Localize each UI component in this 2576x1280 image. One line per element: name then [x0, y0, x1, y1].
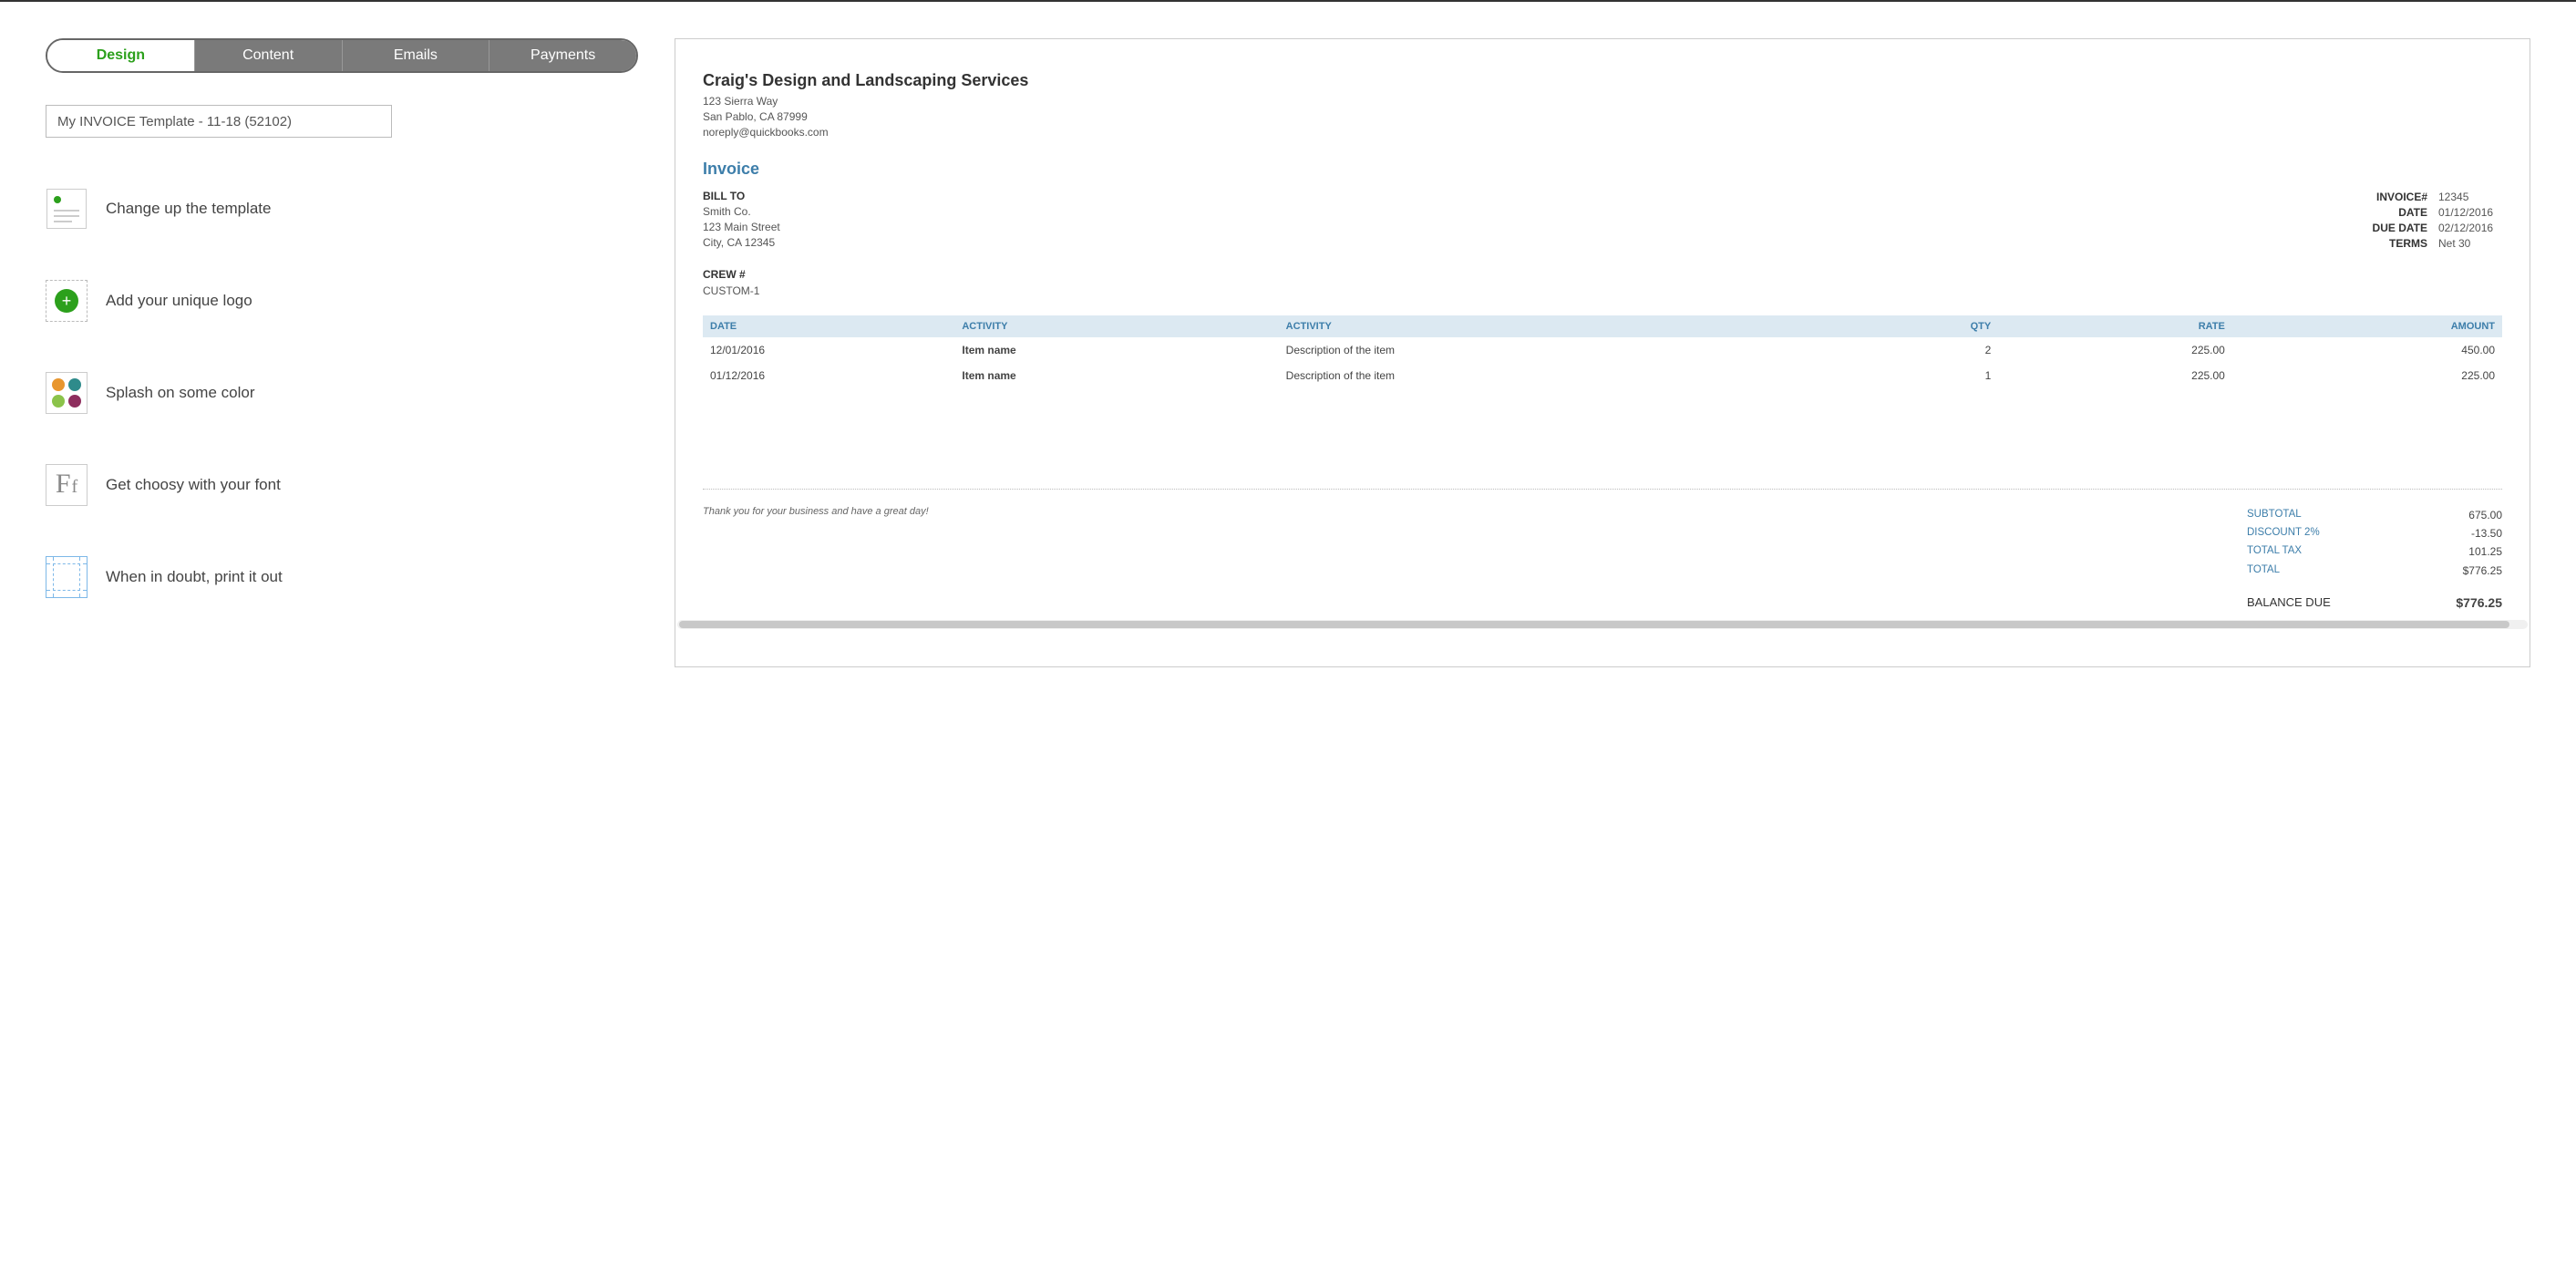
invoice-preview: Craig's Design and Landscaping Services …	[675, 38, 2530, 667]
table-row: 12/01/2016 Item name Description of the …	[703, 337, 2502, 363]
col-qty: QTY	[1819, 315, 1998, 337]
crew-block: CREW # CUSTOM-1	[703, 268, 2502, 297]
option-label: Splash on some color	[106, 384, 254, 402]
bill-to-label: BILL TO	[703, 190, 780, 202]
totals-block: SUBTOTAL675.00 DISCOUNT 2%-13.50 TOTAL T…	[2247, 506, 2502, 614]
print-layout-icon	[46, 556, 88, 598]
option-label: Change up the template	[106, 200, 271, 218]
bill-to-block: BILL TO Smith Co. 123 Main Street City, …	[703, 190, 780, 251]
tab-design[interactable]: Design	[47, 40, 195, 71]
company-name: Craig's Design and Landscaping Services	[703, 71, 2502, 90]
tab-payments[interactable]: Payments	[489, 40, 636, 71]
option-label: Add your unique logo	[106, 292, 252, 310]
horizontal-scrollbar[interactable]	[677, 620, 2528, 629]
option-label: Get choosy with your font	[106, 476, 281, 494]
col-activity2: ACTIVITY	[1279, 315, 1819, 337]
option-color[interactable]: Splash on some color	[46, 372, 638, 414]
tabs: Design Content Emails Payments	[46, 38, 638, 73]
col-rate: RATE	[1998, 315, 2232, 337]
option-label: When in doubt, print it out	[106, 568, 283, 586]
company-address: 123 Sierra Way San Pablo, CA 87999 norep…	[703, 94, 2502, 139]
option-change-template[interactable]: Change up the template	[46, 188, 638, 230]
template-name-input[interactable]	[46, 105, 392, 138]
option-add-logo[interactable]: + Add your unique logo	[46, 280, 638, 322]
col-activity: ACTIVITY	[954, 315, 1278, 337]
option-font[interactable]: Ff Get choosy with your font	[46, 464, 638, 506]
col-amount: AMOUNT	[2232, 315, 2502, 337]
table-row: 01/12/2016 Item name Description of the …	[703, 363, 2502, 388]
color-palette-icon	[46, 372, 88, 414]
option-print[interactable]: When in doubt, print it out	[46, 556, 638, 598]
thank-you-message: Thank you for your business and have a g…	[703, 506, 929, 614]
font-icon: Ff	[46, 464, 88, 506]
tab-emails[interactable]: Emails	[343, 40, 490, 71]
add-logo-icon: +	[46, 280, 88, 322]
line-items-table: DATE ACTIVITY ACTIVITY QTY RATE AMOUNT 1…	[703, 315, 2502, 388]
tab-content[interactable]: Content	[195, 40, 343, 71]
col-date: DATE	[703, 315, 954, 337]
invoice-meta: INVOICE#12345 DATE01/12/2016 DUE DATE02/…	[2354, 190, 2502, 251]
template-icon	[46, 188, 88, 230]
invoice-title: Invoice	[703, 160, 2502, 179]
